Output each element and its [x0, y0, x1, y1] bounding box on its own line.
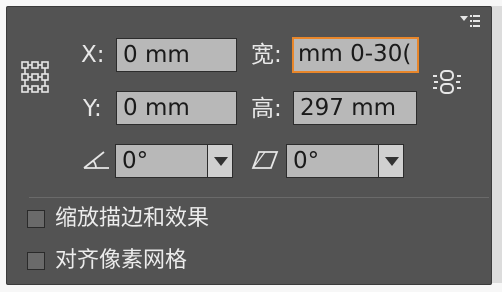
shear-angle-combo[interactable]: 0° [286, 144, 404, 178]
scale-strokes-checkbox[interactable] [27, 210, 45, 228]
rotate-dropdown-arrow-icon[interactable] [207, 144, 233, 178]
rotate-angle-icon [83, 151, 109, 169]
shear-dropdown-arrow-icon[interactable] [378, 144, 404, 178]
x-label: X: [81, 42, 105, 68]
width-field[interactable]: )0-30 mm [292, 37, 419, 73]
shear-angle-field[interactable]: 0° [286, 144, 379, 178]
height-label: 高: [251, 96, 282, 122]
y-position-field[interactable]: 0 mm [116, 91, 237, 125]
scale-strokes-label[interactable]: 缩放描边和效果 [55, 204, 209, 234]
reference-point-grid-icon[interactable] [21, 61, 49, 93]
rotate-angle-combo[interactable]: 0° [115, 144, 233, 178]
x-position-field[interactable]: 0 mm [116, 38, 237, 72]
rotate-angle-field[interactable]: 0° [115, 144, 208, 178]
transform-panel: X: 0 mm 宽: )0-30 mm Y: 0 mm 高: 297 mm 0° [6, 6, 492, 285]
y-label: Y: [83, 96, 102, 122]
align-to-pixel-grid-label[interactable]: 对齐像素网格 [55, 246, 187, 276]
align-to-pixel-grid-checkbox[interactable] [27, 252, 45, 270]
section-divider [29, 197, 489, 198]
shear-angle-icon [251, 151, 279, 169]
panel-menu-icon[interactable] [459, 13, 481, 29]
width-label: 宽: [251, 42, 282, 68]
constrain-proportions-link-icon[interactable] [432, 69, 462, 95]
height-field[interactable]: 297 mm [293, 91, 417, 125]
